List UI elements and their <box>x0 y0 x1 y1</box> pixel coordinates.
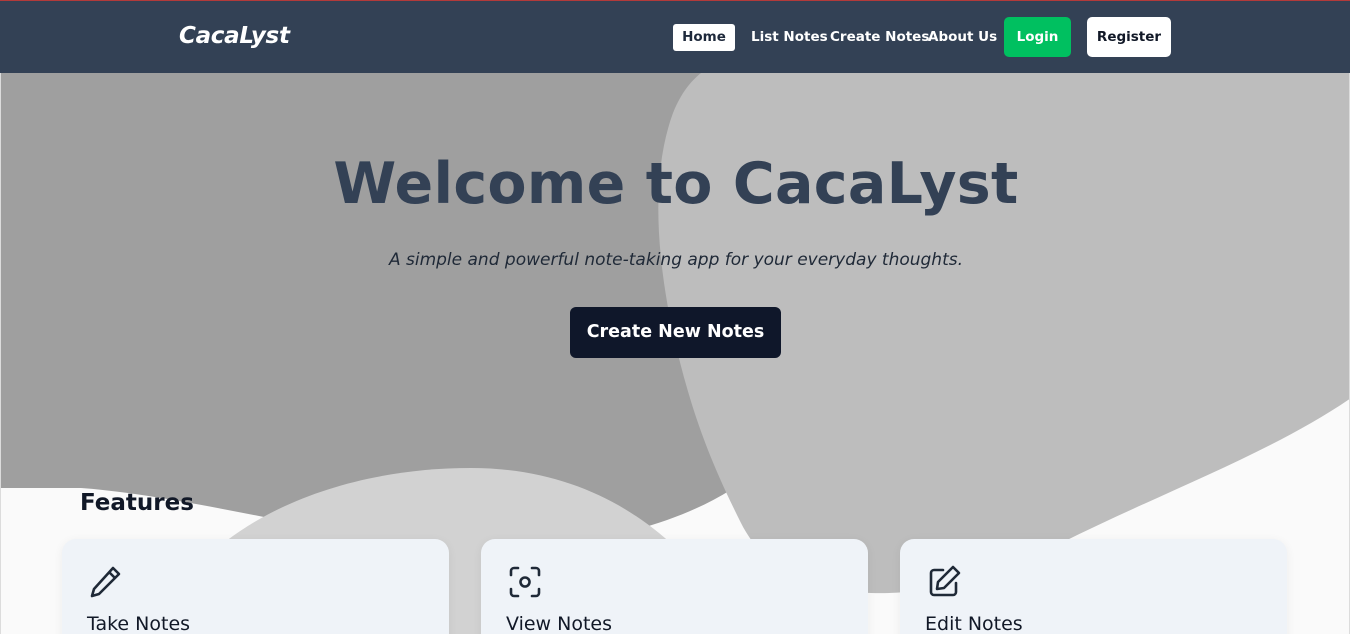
nav-home-link[interactable]: Home <box>673 24 735 51</box>
nav-about-us-link[interactable]: About Us <box>928 29 997 45</box>
register-button[interactable]: Register <box>1087 17 1171 57</box>
hero-title: Welcome to CacaLyst <box>333 151 1019 217</box>
hero-section: Welcome to CacaLyst A simple and powerfu… <box>0 73 1350 634</box>
features-heading: Features <box>80 490 194 516</box>
nav-list-notes-link[interactable]: List Notes <box>751 29 828 45</box>
pencil-icon <box>90 566 121 598</box>
hero-subtitle: A simple and powerful note-taking app fo… <box>388 250 964 270</box>
login-button[interactable]: Login <box>1004 17 1071 57</box>
feature-card-label: Take Notes <box>87 613 191 634</box>
nav-create-notes-link[interactable]: Create Notes <box>830 29 929 45</box>
scan-eye-icon <box>509 566 541 598</box>
create-new-notes-button[interactable]: Create New Notes <box>570 307 781 358</box>
brand-logo[interactable]: CacaLyst <box>179 23 290 49</box>
feature-card-take-notes[interactable]: Take Notes <box>62 539 449 634</box>
feature-card-view-notes[interactable]: View Notes <box>481 539 868 634</box>
feature-card-label: Edit Notes <box>925 613 1023 634</box>
edit-square-icon <box>929 565 961 597</box>
feature-card-label: View Notes <box>506 613 613 634</box>
top-navbar: CacaLyst Home List Notes Create Notes Ab… <box>0 1 1350 73</box>
feature-card-edit-notes[interactable]: Edit Notes <box>900 539 1287 634</box>
